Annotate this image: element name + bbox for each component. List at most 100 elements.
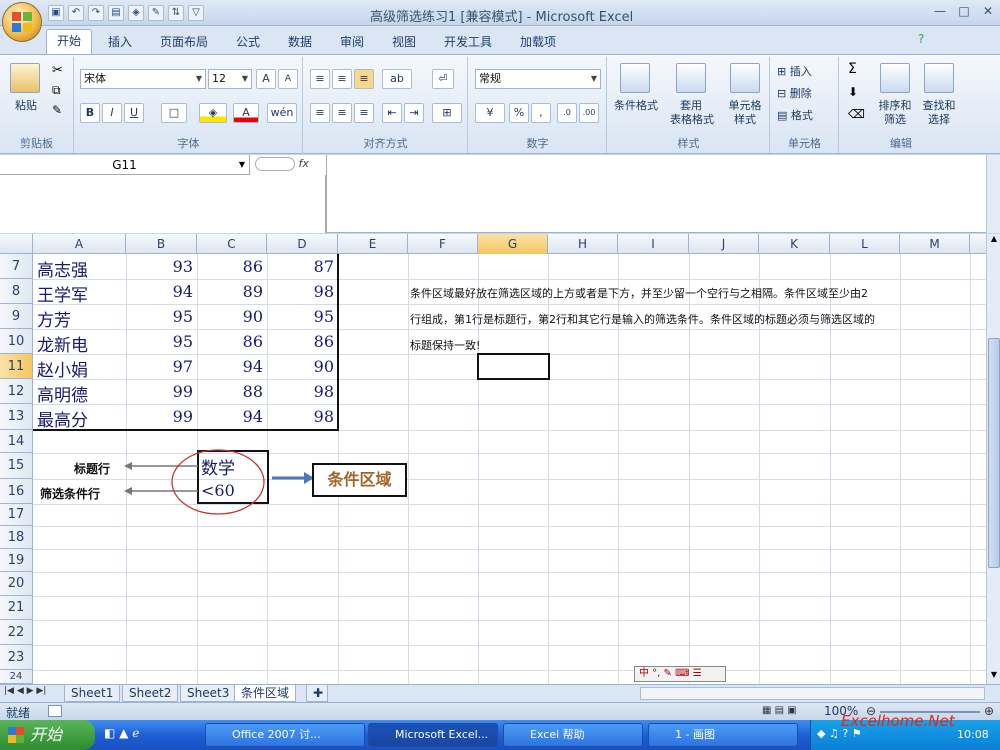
row-header[interactable]: 9 xyxy=(0,304,33,329)
taskbar-item-active[interactable]: Microsoft Excel... xyxy=(368,723,498,747)
merge-center-button[interactable]: ⊞ xyxy=(432,103,462,123)
scrollbar-thumb[interactable] xyxy=(988,338,1000,568)
print-preview-icon[interactable]: ▤ xyxy=(108,5,124,21)
table-cell[interactable]: 90 xyxy=(274,357,334,376)
table-cell-name[interactable]: 龙新电 xyxy=(37,331,88,356)
paste-button[interactable]: 粘贴 xyxy=(8,99,44,113)
table-cell[interactable]: 89 xyxy=(203,282,263,301)
table-cell[interactable]: 88 xyxy=(203,382,263,401)
table-cell[interactable]: 94 xyxy=(203,357,263,376)
row-header[interactable]: 14 xyxy=(0,430,33,453)
decrease-decimal-button[interactable]: .00 xyxy=(579,103,599,123)
horizontal-scrollbar[interactable] xyxy=(640,687,985,700)
table-cell-name[interactable]: 王学军 xyxy=(37,281,88,306)
bold-button[interactable]: B xyxy=(80,103,100,123)
sheet-tab[interactable]: Sheet2 xyxy=(122,685,179,702)
paste-icon[interactable] xyxy=(10,63,40,93)
redo-icon[interactable]: ↷ xyxy=(88,5,104,21)
sheet-tab-active[interactable]: 条件区域 xyxy=(234,685,297,702)
table-cell[interactable]: 93 xyxy=(133,257,193,276)
table-cell-name[interactable]: 高志强 xyxy=(37,256,88,281)
format-as-table-label1[interactable]: 套用 xyxy=(668,99,714,113)
number-format-select[interactable]: 常规 ▼ xyxy=(475,69,601,89)
format-as-table-icon[interactable] xyxy=(676,63,706,93)
table-cell-name[interactable]: 方芳 xyxy=(37,306,71,331)
decrease-indent-button[interactable]: ⇤ xyxy=(382,103,402,123)
fill-icon[interactable]: ⬇ xyxy=(848,85,858,99)
column-header[interactable]: H xyxy=(548,234,618,254)
italic-button[interactable]: I xyxy=(102,103,122,123)
column-header[interactable]: L xyxy=(830,234,900,254)
row-header[interactable]: 22 xyxy=(0,620,33,645)
find-select-label1[interactable]: 查找和 xyxy=(916,99,962,113)
sort-filter-label1[interactable]: 排序和 xyxy=(872,99,918,113)
row-header[interactable]: 12 xyxy=(0,379,33,404)
align-bottom-button[interactable]: ≡ xyxy=(354,69,374,89)
cell-styles-label1[interactable]: 单元格 xyxy=(722,99,768,113)
font-color-button[interactable]: A xyxy=(233,103,259,123)
border-button[interactable]: □ xyxy=(161,103,187,123)
tab-home[interactable]: 开始 xyxy=(46,29,93,54)
column-header[interactable]: F xyxy=(408,234,478,254)
table-cell[interactable]: 95 xyxy=(133,332,193,351)
align-middle-button[interactable]: ≡ xyxy=(332,69,352,89)
format-cells-button[interactable]: ▤ 格式 xyxy=(777,107,813,123)
row-header[interactable]: 10 xyxy=(0,329,33,354)
row-header[interactable]: 19 xyxy=(0,549,33,572)
filter-icon[interactable]: ▽ xyxy=(188,5,204,21)
zoom-in-icon[interactable]: ⊕ xyxy=(984,704,994,718)
column-header[interactable]: B xyxy=(126,234,197,254)
view-buttons-icon[interactable]: ▦ ▤ ▣ xyxy=(762,705,797,716)
formula-input[interactable] xyxy=(326,155,986,233)
sheet-nav-icon[interactable]: |◀ ◀ ▶ ▶| xyxy=(4,686,46,696)
sort-filter-label2[interactable]: 筛选 xyxy=(872,113,918,127)
table-cell[interactable]: 98 xyxy=(274,382,334,401)
row-header[interactable]: 13 xyxy=(0,404,33,430)
align-top-button[interactable]: ≡ xyxy=(310,69,330,89)
font-size-select[interactable]: 12 ▼ xyxy=(208,69,252,89)
taskbar-item[interactable]: Office 2007 讨... xyxy=(205,723,365,747)
align-center-button[interactable]: ≡ xyxy=(332,103,352,123)
help-icon[interactable]: ? xyxy=(918,32,924,46)
row-header[interactable]: 21 xyxy=(0,596,33,620)
table-cell[interactable]: 98 xyxy=(274,407,334,426)
tab-page-layout[interactable]: 页面布局 xyxy=(150,31,218,53)
copy-icon[interactable]: ⧉ xyxy=(52,83,61,98)
delete-cells-button[interactable]: ⊟ 删除 xyxy=(777,85,812,101)
row-header[interactable]: 23 xyxy=(0,645,33,670)
ime-toolbar[interactable]: 中 °, ✎ ⌨ ☰ xyxy=(634,666,726,682)
fill-color-icon[interactable]: ◈ xyxy=(128,5,144,21)
align-right-button[interactable]: ≡ xyxy=(354,103,374,123)
phonetic-button[interactable]: wén xyxy=(267,103,297,123)
table-cell[interactable]: 86 xyxy=(203,257,263,276)
table-cell-name[interactable]: 赵小娟 xyxy=(37,356,88,381)
table-cell-name[interactable]: 最高分 xyxy=(37,406,88,431)
scroll-up-icon[interactable]: ▲ xyxy=(988,234,1000,248)
percent-button[interactable]: % xyxy=(509,103,529,123)
taskbar-item[interactable]: 1 - 画图 xyxy=(648,723,798,747)
row-header[interactable]: 15 xyxy=(0,453,33,479)
table-cell[interactable]: 86 xyxy=(274,332,334,351)
format-painter-icon[interactable]: ✎ xyxy=(52,103,62,117)
tab-addins[interactable]: 加载项 xyxy=(510,31,566,53)
insert-sheet-icon[interactable]: ✚ xyxy=(306,685,328,702)
row-header[interactable]: 18 xyxy=(0,526,33,549)
column-header[interactable]: E xyxy=(338,234,408,254)
column-header[interactable]: K xyxy=(759,234,830,254)
row-header-selected[interactable]: 11 xyxy=(0,354,33,379)
formula-scrollbar[interactable] xyxy=(986,155,1000,233)
shrink-font-button[interactable]: A xyxy=(278,69,298,89)
tab-view[interactable]: 视图 xyxy=(382,31,426,53)
selected-cell[interactable] xyxy=(477,353,550,380)
conditional-format-button[interactable]: 条件格式 xyxy=(608,99,664,113)
select-all-corner[interactable] xyxy=(0,234,33,254)
table-cell[interactable]: 95 xyxy=(133,307,193,326)
format-as-table-label2[interactable]: 表格格式 xyxy=(664,113,720,127)
column-header[interactable]: M xyxy=(900,234,970,254)
table-cell[interactable]: 87 xyxy=(274,257,334,276)
worksheet-grid[interactable]: A B C D E F G H I J K L M 7 8 9 10 11 12… xyxy=(0,234,986,684)
table-cell[interactable]: 90 xyxy=(203,307,263,326)
table-cell[interactable]: 95 xyxy=(274,307,334,326)
align-left-button[interactable]: ≡ xyxy=(310,103,330,123)
column-header[interactable]: A xyxy=(33,234,126,254)
